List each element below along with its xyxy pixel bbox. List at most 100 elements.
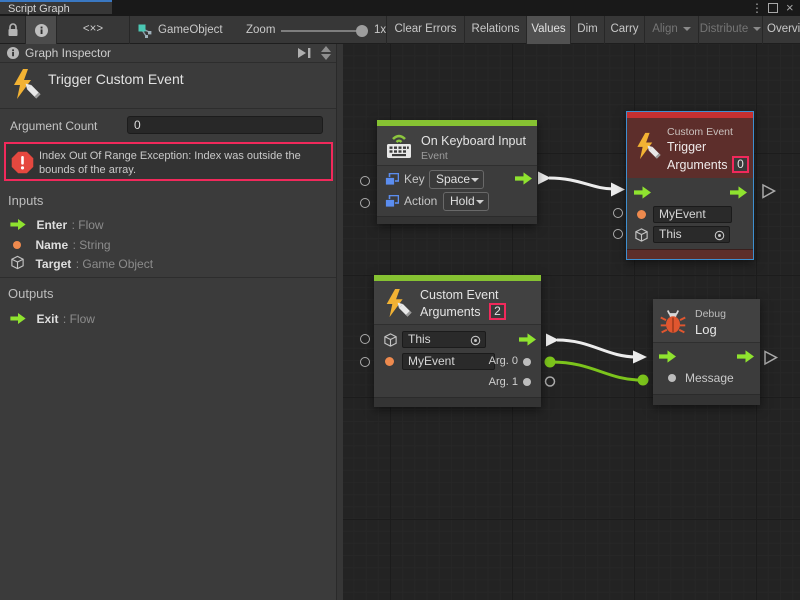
tab-script-graph[interactable]: Script Graph bbox=[0, 0, 112, 14]
graph-toolbar: <×> GameObject Zoom 1x Clear Errors Rela… bbox=[0, 16, 800, 44]
value-port-empty[interactable] bbox=[360, 334, 370, 344]
node-footer bbox=[627, 249, 753, 259]
info-icon bbox=[35, 24, 48, 37]
port-type: : Flow bbox=[63, 312, 95, 326]
scroll-down-icon[interactable] bbox=[321, 54, 331, 60]
chevron-down-icon bbox=[476, 200, 484, 204]
target-dropdown[interactable]: This bbox=[653, 226, 730, 243]
panel-scrollbar-track[interactable] bbox=[337, 44, 343, 600]
dim-button[interactable]: Dim bbox=[571, 16, 604, 44]
node-custom-event[interactable]: Custom Event Arguments 2 This bbox=[374, 275, 541, 407]
value-port-empty[interactable] bbox=[360, 176, 370, 186]
code-view-button[interactable]: <×> bbox=[57, 16, 129, 44]
port-row-exit: Exit : Flow bbox=[10, 310, 95, 328]
argument-count-label: Argument Count bbox=[10, 119, 97, 133]
value-port-empty[interactable] bbox=[360, 198, 370, 208]
error-message-box: Index Out Of Range Exception: Index was … bbox=[4, 142, 333, 181]
maximize-icon[interactable] bbox=[768, 3, 778, 13]
values-button[interactable]: Values bbox=[527, 16, 570, 44]
flow-output-arrow[interactable] bbox=[519, 333, 536, 346]
gameobject-reference[interactable]: GameObject bbox=[158, 24, 223, 36]
node-trigger-custom-event[interactable]: Custom Event Trigger Arguments 0 MyEvent… bbox=[626, 111, 754, 260]
value-port-empty[interactable] bbox=[613, 229, 623, 239]
carry-button[interactable]: Carry bbox=[605, 16, 644, 44]
arguments-count-field[interactable]: 2 bbox=[489, 303, 506, 320]
arg1-label: Arg. 1 bbox=[482, 376, 518, 388]
key-dropdown[interactable]: Space bbox=[429, 170, 484, 189]
close-icon[interactable]: × bbox=[786, 0, 794, 16]
window-cascade-icon bbox=[385, 195, 399, 208]
node-title: On Keyboard Input bbox=[421, 134, 526, 148]
target-value: This bbox=[659, 227, 682, 241]
arguments-count-field[interactable]: 0 bbox=[732, 156, 749, 173]
value-port-empty[interactable] bbox=[360, 357, 370, 367]
selected-node-title: Trigger Custom Event bbox=[48, 71, 184, 87]
zoom-label: Zoom bbox=[246, 24, 275, 36]
node-title: Log bbox=[695, 322, 717, 337]
inputs-section-title: Inputs bbox=[8, 193, 43, 208]
relations-button[interactable]: Relations bbox=[465, 16, 526, 44]
action-value: Hold bbox=[450, 194, 475, 208]
event-name-field[interactable]: MyEvent bbox=[653, 206, 732, 223]
align-label: Align bbox=[652, 23, 678, 35]
flow-output-arrow[interactable] bbox=[730, 186, 747, 199]
port-name: Target bbox=[35, 257, 71, 271]
toolbar-separator bbox=[129, 16, 130, 44]
node-debug-log[interactable]: Debug Log Message bbox=[653, 299, 760, 405]
action-label: Action bbox=[404, 193, 437, 210]
flow-output-arrow[interactable] bbox=[737, 350, 754, 363]
port-row-enter: Enter : Flow bbox=[10, 216, 104, 234]
arguments-label: Arguments bbox=[420, 305, 480, 319]
node-on-keyboard-input[interactable]: On Keyboard Input Event Key Space Action bbox=[377, 120, 537, 224]
cube-icon bbox=[383, 332, 398, 348]
custom-event-icon bbox=[382, 288, 412, 318]
zoom-slider-track[interactable] bbox=[281, 30, 363, 32]
scroll-up-icon[interactable] bbox=[321, 46, 331, 52]
node-footer bbox=[377, 216, 537, 224]
flow-input-arrow[interactable] bbox=[634, 186, 651, 199]
port-type: : Flow bbox=[72, 218, 104, 232]
dock-panel-icon[interactable] bbox=[297, 47, 313, 59]
distribute-label: Distribute bbox=[700, 23, 749, 35]
tab-title: Script Graph bbox=[8, 3, 70, 15]
chevron-down-icon bbox=[683, 27, 691, 31]
value-output-dot[interactable] bbox=[523, 378, 531, 386]
clear-errors-button[interactable]: Clear Errors bbox=[387, 16, 464, 44]
bug-icon bbox=[659, 307, 687, 335]
lock-button[interactable] bbox=[0, 16, 25, 44]
inspector-header: Graph Inspector bbox=[0, 44, 336, 63]
distribute-dropdown[interactable]: Distribute bbox=[699, 16, 762, 44]
object-picker-icon[interactable] bbox=[714, 230, 725, 241]
port-name: Enter bbox=[36, 218, 67, 232]
window-menu-icon[interactable]: ⋮ bbox=[751, 0, 763, 16]
node-category: Custom Event bbox=[667, 126, 733, 138]
divider bbox=[0, 108, 336, 109]
target-dropdown[interactable]: This bbox=[402, 331, 486, 348]
chevron-down-icon bbox=[753, 27, 761, 31]
overview-button[interactable]: Overview bbox=[763, 16, 800, 44]
arg0-label: Arg. 0 bbox=[482, 355, 518, 367]
node-title: Trigger bbox=[667, 140, 706, 154]
flow-input-arrow[interactable] bbox=[659, 350, 676, 363]
error-icon bbox=[11, 151, 34, 174]
tab-strip: Script Graph ⋮ × bbox=[0, 0, 800, 16]
value-port-empty[interactable] bbox=[613, 208, 623, 218]
info-icon bbox=[7, 47, 19, 59]
align-dropdown[interactable]: Align bbox=[645, 16, 698, 44]
port-type: : Game Object bbox=[76, 257, 153, 271]
argument-count-input[interactable]: 0 bbox=[127, 116, 323, 134]
value-input-dot[interactable] bbox=[668, 374, 676, 382]
node-subtitle: Event bbox=[421, 150, 448, 162]
action-dropdown[interactable]: Hold bbox=[443, 192, 489, 211]
node-header: Custom Event Arguments 2 bbox=[374, 281, 541, 325]
message-label: Message bbox=[685, 370, 734, 387]
string-value-icon bbox=[385, 357, 394, 366]
flow-output-arrow[interactable] bbox=[515, 172, 532, 185]
zoom-slider-handle[interactable] bbox=[356, 25, 368, 37]
keyboard-input-icon bbox=[383, 130, 415, 162]
value-output-dot[interactable] bbox=[523, 358, 531, 366]
cube-icon bbox=[634, 227, 649, 243]
inspector-toggle-button[interactable] bbox=[26, 16, 56, 44]
custom-event-icon bbox=[633, 132, 661, 160]
object-picker-icon[interactable] bbox=[470, 335, 481, 346]
